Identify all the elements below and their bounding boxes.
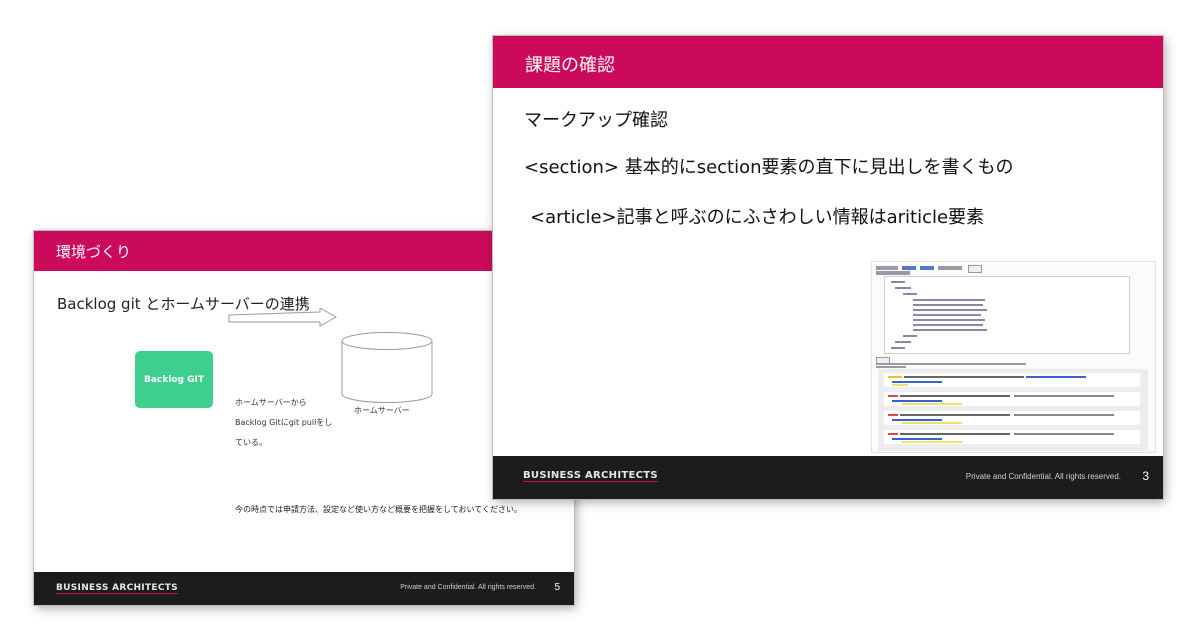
server-cylinder-icon — [341, 332, 433, 403]
home-server-label: ホームサーバー — [354, 406, 410, 415]
validation-messages — [878, 369, 1148, 451]
company-logo: BUSINESS ARCHITECTS — [56, 583, 178, 594]
slide-title: 環境づくり — [56, 243, 132, 261]
note-text: 今の時点では申請方法、設定など使い方など概要を把握をしておいてください。 — [235, 505, 523, 514]
page-number: 3 — [1142, 469, 1149, 483]
message-error-1 — [884, 392, 1140, 406]
message-warning — [884, 373, 1140, 387]
validator-screenshot — [871, 261, 1156, 453]
markup-check-heading: マークアップ確認 — [524, 110, 668, 131]
slide-title-bar: 課題の確認 — [493, 36, 1163, 88]
page-number: 5 — [554, 582, 560, 593]
article-note: <article>記事と呼ぶのにふさわしい情報はariticle要素 — [530, 207, 985, 228]
backlog-git-box: Backlog GIT — [135, 351, 213, 408]
backlog-git-label: Backlog GIT — [144, 374, 204, 385]
desc-line-3: ている。 — [235, 438, 267, 447]
right-arrow-icon — [228, 308, 338, 327]
slide-title: 課題の確認 — [525, 55, 615, 76]
message-error-2 — [884, 411, 1140, 425]
company-logo: BUSINESS ARCHITECTS — [523, 470, 658, 482]
footer-rights: Private and Confidential. All rights res… — [400, 584, 536, 591]
message-error-3 — [884, 430, 1140, 444]
slide-issue-check: 課題の確認 マークアップ確認 <section> 基本的にsection要素の直… — [493, 36, 1163, 499]
desc-line-2: Backlog Gitにgit pullをし — [235, 418, 333, 427]
slide-footer: BUSINESS ARCHITECTS Private and Confiden… — [493, 456, 1163, 499]
footer-rights: Private and Confidential. All rights res… — [965, 472, 1121, 481]
slide-footer: BUSINESS ARCHITECTS Private and Confiden… — [34, 572, 574, 605]
code-textarea — [884, 276, 1130, 354]
desc-line-1: ホームサーバーから — [235, 398, 307, 407]
section-note: <section> 基本的にsection要素の直下に見出しを書くもの — [524, 157, 1014, 178]
